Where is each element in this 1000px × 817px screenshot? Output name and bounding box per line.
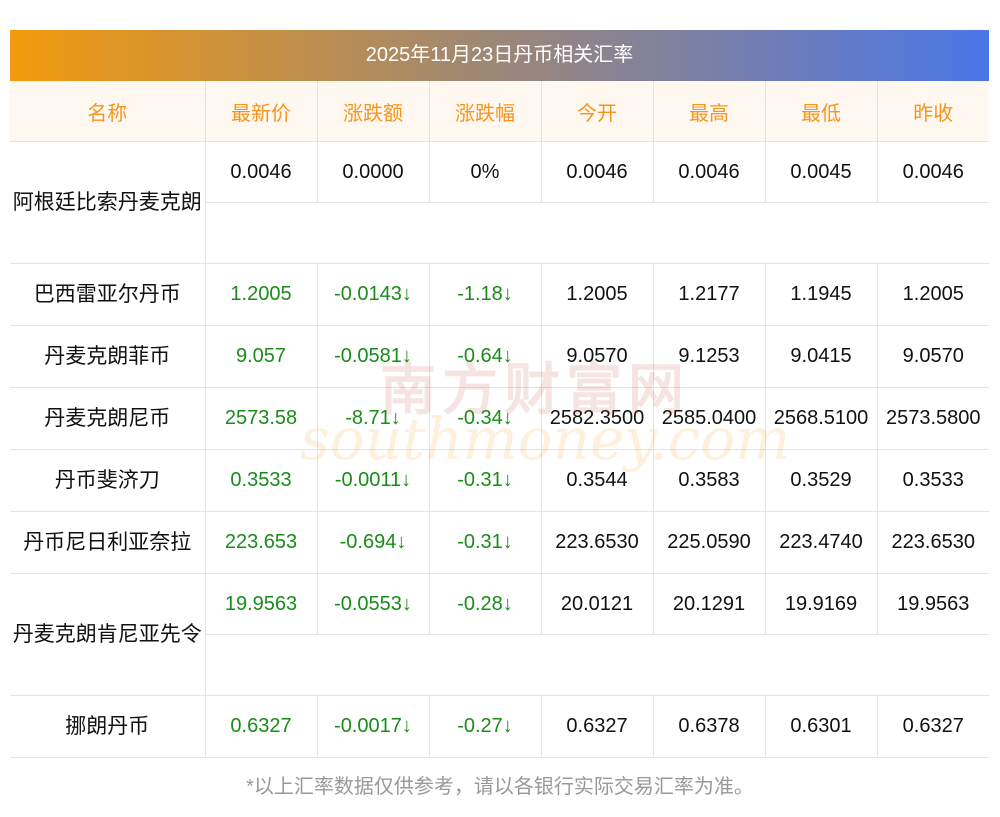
low-price: 1.1945 xyxy=(764,263,878,326)
header-change-pct: 涨跌幅 xyxy=(428,81,542,142)
table-row: 巴西雷亚尔丹币 1.2005 -0.0143↓ -1.18↓ 1.2005 1.2177 1… xyxy=(10,263,989,326)
table-row: 丹麦克朗菲币 9.057 -0.0581↓ -0.64↓ 9.0570 9.1253 9.0… xyxy=(10,325,989,388)
header-latest: 最新价 xyxy=(204,81,318,142)
currency-name: 丹币尼日利亚奈拉 xyxy=(10,511,206,574)
latest-price: 9.057 xyxy=(204,325,318,388)
open-price: 0.3544 xyxy=(540,449,654,512)
high-price: 0.6378 xyxy=(652,695,766,758)
high-price: 225.0590 xyxy=(652,511,766,574)
latest-price: 223.653 xyxy=(204,511,318,574)
low-price: 2568.5100 xyxy=(764,387,878,450)
change-amount: -0.0581↓ xyxy=(316,325,430,388)
header-high: 最高 xyxy=(652,81,766,142)
latest-price: 0.0046 xyxy=(204,141,318,203)
prev-close: 223.6530 xyxy=(876,511,989,574)
change-pct: 0% xyxy=(428,141,542,203)
low-price: 0.6301 xyxy=(764,695,878,758)
prev-close: 9.0570 xyxy=(876,325,989,388)
change-amount: -0.694↓ xyxy=(316,511,430,574)
change-pct: -0.64↓ xyxy=(428,325,542,388)
prev-close: 1.2005 xyxy=(876,263,989,326)
header-row: 名称 最新价 涨跌额 涨跌幅 今开 最高 最低 昨收 xyxy=(10,81,989,142)
currency-name: 巴西雷亚尔丹币 xyxy=(10,263,206,326)
high-price: 1.2177 xyxy=(652,263,766,326)
latest-price: 19.9563 xyxy=(204,573,318,635)
high-price: 2585.0400 xyxy=(652,387,766,450)
change-pct: -1.18↓ xyxy=(428,263,542,326)
currency-name: 挪朗丹币 xyxy=(10,695,206,758)
latest-price: 0.3533 xyxy=(204,449,318,512)
change-pct: -0.28↓ xyxy=(428,573,542,635)
high-price: 0.0046 xyxy=(652,141,766,203)
header-change: 涨跌额 xyxy=(316,81,430,142)
low-price: 223.4740 xyxy=(764,511,878,574)
table-row: 丹麦克朗尼币 2573.58 -8.71↓ -0.34↓ 2582.3500 2585.0… xyxy=(10,387,989,450)
header-prev-close: 昨收 xyxy=(876,81,989,142)
table-row: 挪朗丹币 0.6327 -0.0017↓ -0.27↓ 0.6327 0.6378 0.63… xyxy=(10,695,989,758)
prev-close: 0.6327 xyxy=(876,695,989,758)
header-name: 名称 xyxy=(10,81,206,142)
low-price: 9.0415 xyxy=(764,325,878,388)
open-price: 0.6327 xyxy=(540,695,654,758)
open-price: 0.0046 xyxy=(540,141,654,203)
prev-close: 0.0046 xyxy=(876,141,989,203)
change-amount: -0.0143↓ xyxy=(316,263,430,326)
exchange-rate-table: 名称 最新价 涨跌额 涨跌幅 今开 最高 最低 昨收 阿根廷比索丹麦克朗 0.00… xyxy=(10,81,989,758)
change-pct: -0.34↓ xyxy=(428,387,542,450)
header-low: 最低 xyxy=(764,81,878,142)
table-row: 丹币尼日利亚奈拉 223.653 -0.694↓ -0.31↓ 223.6530 225.… xyxy=(10,511,989,574)
prev-close: 19.9563 xyxy=(876,573,989,635)
header-open: 今开 xyxy=(540,81,654,142)
latest-price: 0.6327 xyxy=(204,695,318,758)
low-price: 19.9169 xyxy=(764,573,878,635)
currency-name: 丹麦克朗菲币 xyxy=(10,325,206,388)
change-amount: -0.0553↓ xyxy=(316,573,430,635)
change-pct: -0.31↓ xyxy=(428,511,542,574)
latest-price: 2573.58 xyxy=(204,387,318,450)
currency-name: 阿根廷比索丹麦克朗 xyxy=(10,141,206,264)
open-price: 2582.3500 xyxy=(540,387,654,450)
low-price: 0.3529 xyxy=(764,449,878,512)
change-amount: -8.71↓ xyxy=(316,387,430,450)
open-price: 9.0570 xyxy=(540,325,654,388)
high-price: 0.3583 xyxy=(652,449,766,512)
prev-close: 2573.5800 xyxy=(876,387,989,450)
change-pct: -0.27↓ xyxy=(428,695,542,758)
latest-price: 1.2005 xyxy=(204,263,318,326)
table-title: 2025年11月23日丹币相关汇率 xyxy=(10,30,989,81)
open-price: 20.0121 xyxy=(540,573,654,635)
low-price: 0.0045 xyxy=(764,141,878,203)
change-amount: -0.0011↓ xyxy=(316,449,430,512)
table-row: 阿根廷比索丹麦克朗 0.0046 0.0000 0% 0.0046 0.0046 0.004… xyxy=(10,141,989,264)
prev-close: 0.3533 xyxy=(876,449,989,512)
open-price: 1.2005 xyxy=(540,263,654,326)
currency-name: 丹币斐济刀 xyxy=(10,449,206,512)
currency-name: 丹麦克朗肯尼亚先令 xyxy=(10,573,206,696)
currency-name: 丹麦克朗尼币 xyxy=(10,387,206,450)
high-price: 9.1253 xyxy=(652,325,766,388)
change-amount: -0.0017↓ xyxy=(316,695,430,758)
table-row: 丹麦克朗肯尼亚先令 19.9563 -0.0553↓ -0.28↓ 20.0121 20.… xyxy=(10,573,989,696)
change-pct: -0.31↓ xyxy=(428,449,542,512)
high-price: 20.1291 xyxy=(652,573,766,635)
disclaimer: *以上汇率数据仅供参考，请以各银行实际交易汇率为准。 xyxy=(246,776,754,798)
change-amount: 0.0000 xyxy=(316,141,430,203)
empty-cell xyxy=(205,634,989,696)
empty-cell xyxy=(205,202,989,264)
open-price: 223.6530 xyxy=(540,511,654,574)
table-row: 丹币斐济刀 0.3533 -0.0011↓ -0.31↓ 0.3544 0.3583 0.3… xyxy=(10,449,989,512)
